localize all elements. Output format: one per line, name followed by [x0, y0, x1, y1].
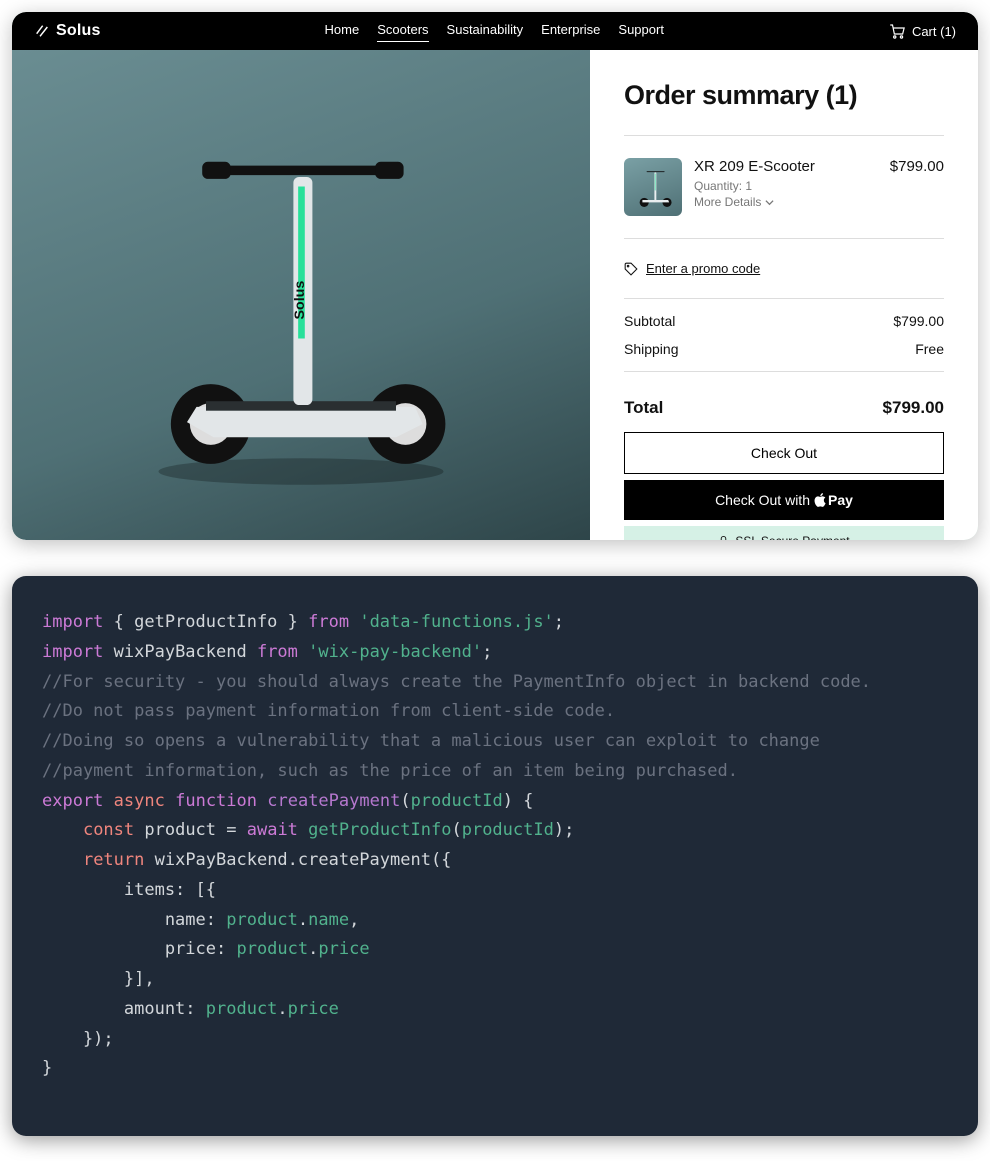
promo-link[interactable]: Enter a promo code [646, 261, 760, 276]
chevron-down-icon [765, 198, 774, 207]
tok: product [236, 939, 308, 959]
item-quantity: Quantity: 1 [694, 179, 878, 193]
shipping-label: Shipping [624, 341, 679, 357]
tok: product [226, 910, 298, 930]
nav-scooters[interactable]: Scooters [377, 22, 428, 40]
apple-icon [814, 493, 826, 507]
tok: price [288, 999, 339, 1019]
apple-pay-label: Pay [828, 492, 853, 508]
svg-text:Solus: Solus [292, 281, 308, 320]
tok: createPayment [267, 791, 400, 811]
item-name: XR 209 E-Scooter [694, 158, 878, 175]
brand-name: Solus [56, 22, 101, 40]
nav-enterprise[interactable]: Enterprise [541, 22, 600, 40]
nav-home[interactable]: Home [325, 22, 360, 40]
lock-icon [718, 535, 729, 540]
tok: import [42, 612, 103, 632]
tok: productId [411, 791, 503, 811]
subtotal-value: $799.00 [893, 313, 944, 329]
tok: 'wix-pay-backend' [308, 642, 482, 662]
tok: function [175, 791, 257, 811]
tok: await [247, 820, 298, 840]
cart-item-row: XR 209 E-Scooter Quantity: 1 More Detail… [624, 144, 944, 230]
more-details-toggle[interactable]: More Details [694, 195, 774, 209]
tok: getProductInfo [308, 820, 451, 840]
tok: { getProductInfo } [103, 612, 308, 632]
tok: const [83, 820, 134, 840]
tok: //Doing so opens a vulnerability that a … [42, 731, 820, 751]
navbar: Solus Home Scooters Sustainability Enter… [12, 12, 978, 50]
brand-logo[interactable]: Solus [34, 22, 101, 40]
tok: from [308, 612, 349, 632]
tok: from [257, 642, 298, 662]
tok: productId [462, 820, 554, 840]
promo-row[interactable]: Enter a promo code [624, 247, 944, 290]
nav-sustainability[interactable]: Sustainability [447, 22, 524, 40]
tok: async [114, 791, 165, 811]
checkout-apple-pay-button[interactable]: Check Out with Pay [624, 480, 944, 520]
shipping-value: Free [915, 341, 944, 357]
tok: 'data-functions.js' [359, 612, 553, 632]
shop-body: Solus Order summary (1) [12, 50, 978, 540]
tok: //For security - you should always creat… [42, 672, 871, 692]
item-thumbnail [624, 158, 682, 216]
shop-inner: Solus Home Scooters Sustainability Enter… [12, 12, 978, 540]
order-panel: Order summary (1) XR 209 E-Scooter [590, 50, 978, 540]
cart-label: Cart (1) [912, 24, 956, 39]
nav-support[interactable]: Support [618, 22, 664, 40]
total-value: $799.00 [883, 398, 944, 418]
item-price: $799.00 [890, 158, 944, 216]
checkout-apple-prefix: Check Out with [715, 492, 810, 508]
tok: wixPayBackend [103, 642, 257, 662]
subtotal-label: Subtotal [624, 313, 675, 329]
code-card: import { getProductInfo } from 'data-fun… [12, 576, 978, 1136]
shop-card: Solus Home Scooters Sustainability Enter… [12, 12, 978, 540]
order-title: Order summary (1) [624, 80, 944, 111]
tok: price [318, 939, 369, 959]
tag-icon [624, 262, 638, 276]
cart-link[interactable]: Cart (1) [888, 22, 956, 40]
total-label: Total [624, 398, 663, 418]
checkout-button[interactable]: Check Out [624, 432, 944, 474]
tok: return [83, 850, 144, 870]
cart-icon [888, 22, 906, 40]
scooter-illustration: Solus [111, 120, 491, 500]
nav-links: Home Scooters Sustainability Enterprise … [325, 22, 664, 40]
tok: //payment information, such as the price… [42, 761, 738, 781]
product-hero-image: Solus [12, 50, 590, 540]
secure-label: SSL Secure Payment [735, 534, 849, 540]
tok: product [206, 999, 278, 1019]
tok: name [308, 910, 349, 930]
tok: export [42, 791, 103, 811]
tok: //Do not pass payment information from c… [42, 701, 615, 721]
tok: import [42, 642, 103, 662]
more-details-label: More Details [694, 195, 761, 209]
logo-icon [34, 23, 50, 39]
secure-strip: SSL Secure Payment [624, 526, 944, 540]
